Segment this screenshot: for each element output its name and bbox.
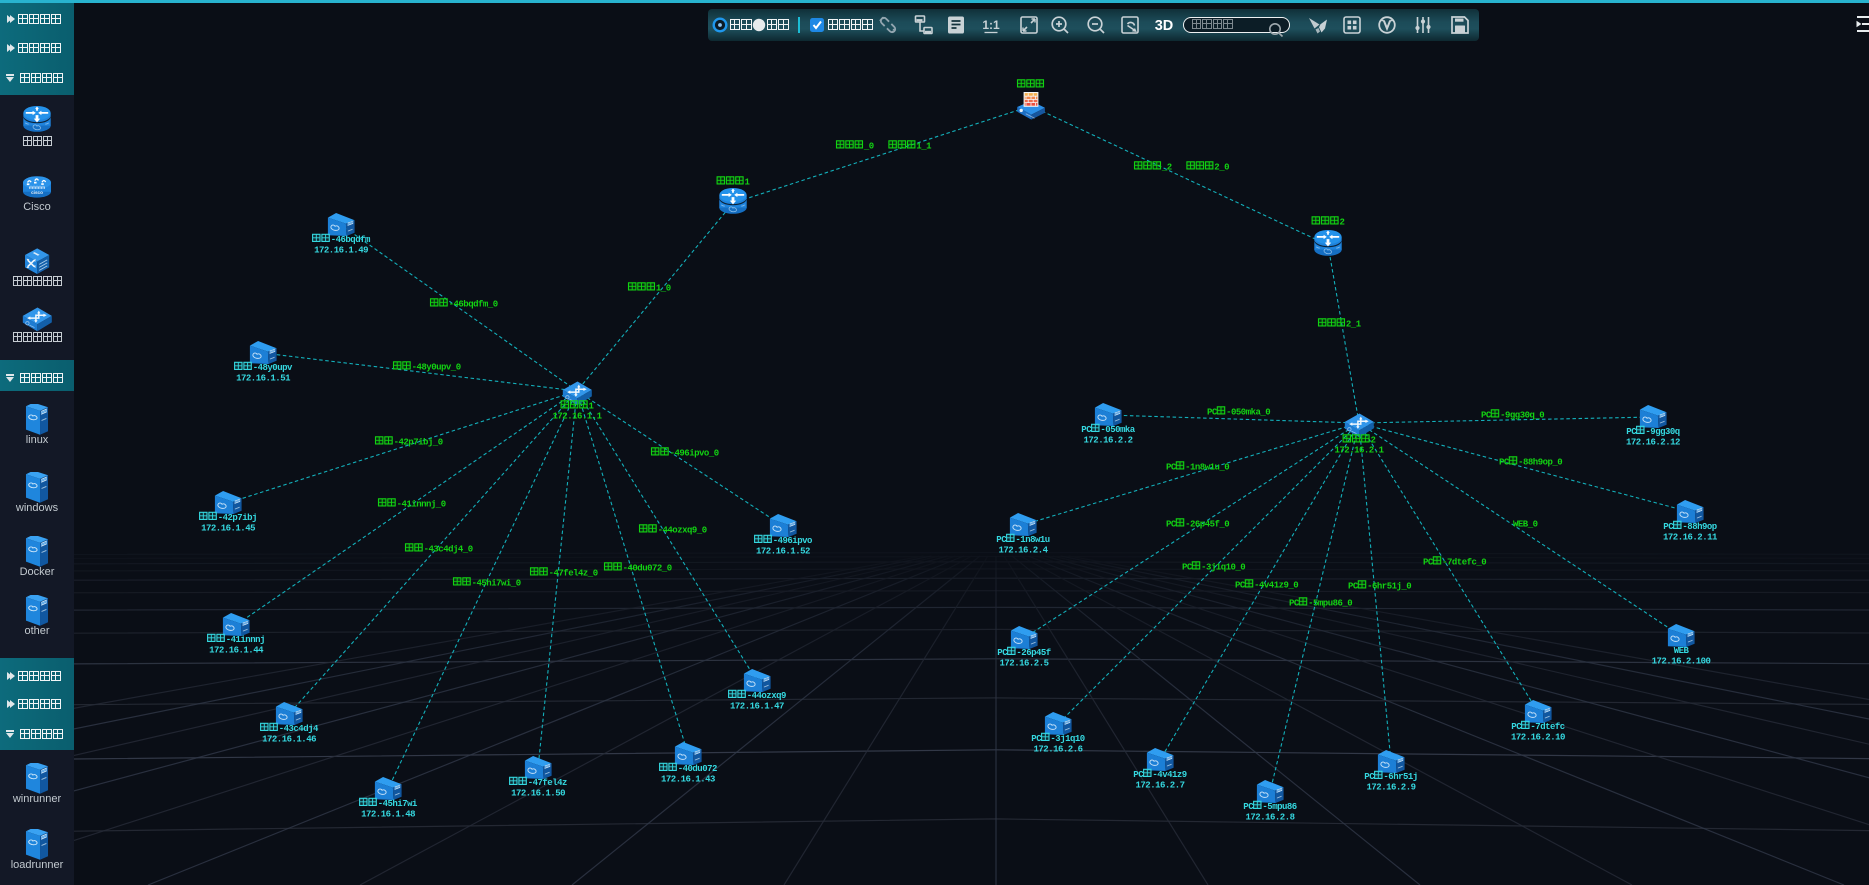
svg-text:-41innnj: -41innnj xyxy=(226,635,265,645)
svg-text:-47fel4z_0: -47fel4z_0 xyxy=(549,569,598,579)
svg-text:-9gg30q_0: -9gg30q_0 xyxy=(1500,411,1544,421)
svg-text:2: 2 xyxy=(1340,218,1345,228)
svg-text:PC: PC xyxy=(1626,427,1637,437)
svg-text:PC: PC xyxy=(1423,558,1434,568)
svg-text:172.16.2.11: 172.16.2.11 xyxy=(1663,533,1718,543)
svg-text:1: 1 xyxy=(589,402,595,412)
svg-text:PC: PC xyxy=(1511,722,1522,732)
svg-text:-45hi7wi: -45hi7wi xyxy=(378,799,418,809)
svg-text:PC: PC xyxy=(1182,563,1193,573)
svg-text:PC: PC xyxy=(1663,522,1674,532)
svg-text:PC: PC xyxy=(996,535,1007,545)
svg-text:172.16.1.45: 172.16.1.45 xyxy=(201,524,255,534)
svg-text:-46bqdfm: -46bqdfm xyxy=(331,235,371,245)
svg-text:172.16.2.9: 172.16.2.9 xyxy=(1367,783,1416,793)
svg-text:172.16.1.48: 172.16.1.48 xyxy=(361,810,415,820)
svg-text:-45hi7wi_0: -45hi7wi_0 xyxy=(472,579,521,589)
svg-text:-40du072_0: -40du072_0 xyxy=(623,564,672,574)
svg-text:-9gg30q: -9gg30q xyxy=(1645,427,1679,437)
svg-text:-1n8w1u_0: -1n8w1u_0 xyxy=(1185,463,1229,473)
svg-text:172.16.2.2: 172.16.2.2 xyxy=(1084,436,1133,446)
svg-text:WEB_0: WEB_0 xyxy=(1513,520,1538,530)
svg-text:WEB: WEB xyxy=(1674,646,1690,656)
svg-text:1_1: 1_1 xyxy=(916,142,932,152)
svg-text:172.16.1.46: 172.16.1.46 xyxy=(262,735,316,745)
svg-text:172.16.2.5: 172.16.2.5 xyxy=(1000,659,1049,669)
svg-text:-42p7ibj: -42p7ibj xyxy=(218,513,257,523)
svg-text:PC: PC xyxy=(1481,411,1492,421)
svg-text:-3j1q10: -3j1q10 xyxy=(1050,734,1084,744)
svg-text:172.16.1.51: 172.16.1.51 xyxy=(236,374,291,384)
svg-text:2_0: 2_0 xyxy=(1214,163,1229,173)
svg-text:-88h9op: -88h9op xyxy=(1682,522,1716,532)
svg-text:PC: PC xyxy=(1243,802,1254,812)
svg-text:172.16.2.8: 172.16.2.8 xyxy=(1246,813,1295,823)
svg-text:172.16.1.43: 172.16.1.43 xyxy=(661,775,715,785)
svg-text:-5mpu86: -5mpu86 xyxy=(1262,802,1296,812)
svg-text:PC: PC xyxy=(997,648,1008,658)
svg-text:-48y0upv_0: -48y0upv_0 xyxy=(412,363,461,373)
svg-text:-4v41z9_0: -4v41z9_0 xyxy=(1254,581,1298,591)
svg-text:1_0: 1_0 xyxy=(656,284,671,294)
svg-text:172.16.2.12: 172.16.2.12 xyxy=(1626,438,1680,448)
svg-text:PC: PC xyxy=(1081,425,1092,435)
svg-text:PC: PC xyxy=(1235,581,1246,591)
svg-text:-496ipvo_0: -496ipvo_0 xyxy=(670,449,719,459)
svg-text:172.16.2.6: 172.16.2.6 xyxy=(1034,745,1083,755)
svg-text:-1n8w1u: -1n8w1u xyxy=(1015,535,1049,545)
svg-text:1:1: 1:1 xyxy=(982,18,1000,32)
svg-text:-050mka: -050mka xyxy=(1100,425,1135,435)
svg-text:-43c4dj4_0: -43c4dj4_0 xyxy=(424,545,473,555)
svg-text:172.16.1.50: 172.16.1.50 xyxy=(511,789,565,799)
svg-text:_2: _2 xyxy=(1161,163,1172,173)
svg-text:-7dtefc_0: -7dtefc_0 xyxy=(1442,558,1486,568)
svg-text:-496ipvo: -496ipvo xyxy=(773,536,812,546)
svg-text:-46bqdfm_0: -46bqdfm_0 xyxy=(449,300,498,310)
svg-text:172.16.2.100: 172.16.2.100 xyxy=(1652,657,1711,667)
svg-text:-42p7ibj_0: -42p7ibj_0 xyxy=(394,438,443,448)
svg-text:PC: PC xyxy=(1031,734,1042,744)
svg-text:-6hr51j: -6hr51j xyxy=(1383,772,1417,782)
svg-text:-5mpu86_0: -5mpu86_0 xyxy=(1308,599,1352,609)
svg-text:-47fel4z: -47fel4z xyxy=(528,778,567,788)
svg-text:2_1: 2_1 xyxy=(1346,320,1362,330)
svg-text:-7dtefc: -7dtefc xyxy=(1530,722,1564,732)
svg-text:PC: PC xyxy=(1348,582,1359,592)
svg-text:1: 1 xyxy=(745,178,751,188)
svg-text:PC: PC xyxy=(1166,463,1177,473)
svg-text:PC: PC xyxy=(1207,408,1218,418)
svg-text:-88h9op_0: -88h9op_0 xyxy=(1518,458,1562,468)
svg-text:-6hr51j_0: -6hr51j_0 xyxy=(1367,582,1411,592)
svg-text:172.16.1.1: 172.16.1.1 xyxy=(553,412,603,422)
svg-text:-4v41z9: -4v41z9 xyxy=(1152,770,1186,780)
svg-text:_0: _0 xyxy=(863,142,874,152)
svg-text:3D: 3D xyxy=(1155,18,1174,34)
svg-text:2: 2 xyxy=(1371,436,1376,446)
svg-text:172.16.2.7: 172.16.2.7 xyxy=(1136,781,1185,791)
svg-text:PC: PC xyxy=(1133,770,1144,780)
svg-text:172.16.2.1: 172.16.2.1 xyxy=(1335,446,1385,456)
svg-text:172.16.1.49: 172.16.1.49 xyxy=(314,246,368,256)
svg-text:-43c4dj4: -43c4dj4 xyxy=(279,724,319,734)
svg-text:-40du072: -40du072 xyxy=(678,764,717,774)
svg-text:-26p45f_0: -26p45f_0 xyxy=(1185,520,1229,530)
svg-text:-44ozxq9: -44ozxq9 xyxy=(747,691,786,701)
svg-text:-44ozxq9_0: -44ozxq9_0 xyxy=(658,526,707,536)
svg-text:172.16.2.4: 172.16.2.4 xyxy=(999,546,1049,556)
svg-text:172.16.2.10: 172.16.2.10 xyxy=(1511,733,1565,743)
svg-text:172.16.1.44: 172.16.1.44 xyxy=(209,646,264,656)
svg-text:172.16.1.47: 172.16.1.47 xyxy=(730,702,784,712)
svg-text:PC: PC xyxy=(1289,599,1300,609)
svg-text:PC: PC xyxy=(1499,458,1510,468)
svg-text:172.16.1.52: 172.16.1.52 xyxy=(756,547,810,557)
svg-text:-3j1q10_0: -3j1q10_0 xyxy=(1201,563,1245,573)
svg-text:-48y0upv: -48y0upv xyxy=(253,363,293,373)
svg-text:PC: PC xyxy=(1364,772,1375,782)
svg-text:-26p45f: -26p45f xyxy=(1016,648,1050,658)
svg-text:PC: PC xyxy=(1166,520,1177,530)
svg-text:-050mka_0: -050mka_0 xyxy=(1226,408,1270,418)
svg-text:-41innnj_0: -41innnj_0 xyxy=(397,500,446,510)
